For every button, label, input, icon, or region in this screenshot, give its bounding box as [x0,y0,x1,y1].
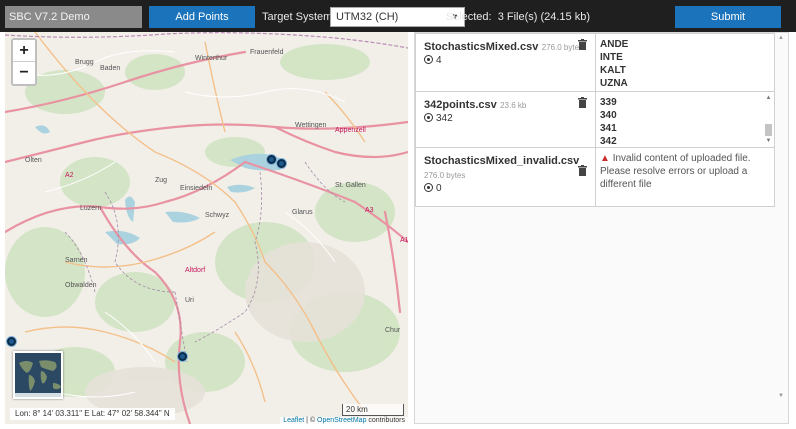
file-panel: StochasticsMixed.csv 276.0 bytes 4 ANDE … [414,32,789,424]
zoom-in-button[interactable]: + [13,40,35,62]
map-place-label: A13 [400,237,408,244]
selected-label: Selected: [445,11,492,23]
scroll-up-icon[interactable]: ▲ [765,94,772,102]
file-row: StochasticsMixed.csv 276.0 bytes 4 ANDE … [416,34,774,92]
file-points: 339 340 341 342 ▲ ▼ [596,92,774,147]
add-points-button[interactable]: Add Points [149,6,255,28]
point-code: 342 [600,136,617,147]
error-text: Invalid content of uploaded file. Please… [600,153,751,190]
map-place-label: Obwalden [65,282,97,289]
top-bar: SBC V7.2 Demo Add Points Target System: … [0,0,796,32]
map-place-label: Altdorf [185,267,205,274]
point-code: 341 [600,123,617,134]
map-place-label: Uri [185,297,194,304]
point-count: 342 [424,113,587,124]
map-place-label: Sarnen [65,257,88,264]
attribution-suffix: contributors [366,417,405,424]
trash-icon[interactable] [578,165,587,176]
map-place-label: St. Gallen [335,182,366,189]
map-place-label: Luzern [80,205,102,212]
point-code: ANDE [600,39,629,50]
scroll-down-icon[interactable]: ▼ [765,137,772,145]
target-icon [424,183,433,192]
target-system-label: Target System: [262,11,336,23]
point-code: KALT [600,65,626,76]
file-row: StochasticsMixed_invalid.csv 276.0 bytes… [416,148,774,206]
file-name: StochasticsMixed.csv [424,41,539,53]
target-icon [424,55,433,64]
map-place-label: Winterthur [195,55,228,62]
map-place-label: Olten [25,157,42,164]
map-place-label: Einsiedeln [180,185,212,192]
scroll-up-icon[interactable]: ▲ [774,33,788,43]
map-marker[interactable] [267,155,276,164]
cursor-coordinates: Lon: 8° 14' 03.311" E Lat: 47° 02' 58.34… [10,408,175,420]
file-size: 276.0 bytes [424,171,466,180]
map-place-label: A2 [65,172,74,179]
file-table: StochasticsMixed.csv 276.0 bytes 4 ANDE … [415,33,775,207]
map-tiles: Winterthur Baden Zug Luzern Schwyz Glarus St. … [5,32,408,424]
map-marker[interactable] [277,159,286,168]
map-place-label: Glarus [292,209,313,216]
map-place-label: Wettingen [295,122,326,129]
selected-summary: Selected: 3 File(s) (24.15 kb) [446,6,590,28]
minimap[interactable] [13,351,63,399]
map-view[interactable]: Winterthur Baden Zug Luzern Schwyz Glarus St. … [5,32,408,424]
file-info: StochasticsMixed_invalid.csv 276.0 bytes… [416,148,596,206]
map-place-label: Frauenfeld [250,49,284,56]
point-count-value: 0 [436,183,442,194]
scroll-thumb[interactable] [765,124,772,136]
map-place-label: Schwyz [205,212,230,219]
point-count: 0 [424,183,587,194]
file-info: 342points.csv 23.6 kb 342 [416,92,596,147]
point-code: 340 [600,110,617,121]
file-size: 276.0 bytes [541,43,584,52]
file-info: StochasticsMixed.csv 276.0 bytes 4 [416,34,596,91]
points-scrollbar[interactable]: ▲ ▼ [765,94,772,145]
map-place-label: A3 [365,207,374,214]
leaflet-link[interactable]: Leaflet [283,417,304,424]
point-code: UZNA [600,78,628,89]
panel-scrollbar[interactable]: ▲ ▼ [774,33,788,423]
point-count-value: 342 [436,113,453,124]
zoom-out-button[interactable]: − [13,62,35,84]
osm-link[interactable]: OpenStreetMap [317,417,366,424]
app-title: SBC V7.2 Demo [5,6,142,28]
file-error: ▲ Invalid content of uploaded file. Plea… [596,148,774,206]
warning-triangle-icon: ▲ [600,153,610,164]
submit-button[interactable]: Submit [675,6,781,28]
point-code: 339 [600,97,617,108]
map-place-label: Chur [385,327,401,334]
map-place-label: Zug [155,177,167,184]
map-marker[interactable] [178,352,187,361]
target-system-value: UTM32 (CH) [336,11,399,23]
target-icon [424,113,433,122]
error-message: ▲ Invalid content of uploaded file. Plea… [600,152,770,191]
map-attribution: Leaflet | © OpenStreetMap contributors [280,417,408,424]
zoom-control: + − [11,38,37,86]
map-marker[interactable] [7,337,16,346]
scroll-down-icon[interactable]: ▼ [774,391,788,401]
map-place-label: Baden [100,65,120,72]
map-place-label: Brugg [75,59,94,66]
file-name: StochasticsMixed_invalid.csv [424,155,580,167]
scale-bar: 20 km [342,404,404,416]
point-count: 4 [424,55,587,66]
point-code: INTE [600,52,623,63]
point-count-value: 4 [436,55,442,66]
trash-icon[interactable] [578,97,587,108]
world-map-icon [15,353,61,397]
map-place-label: Appenzell [335,127,366,134]
file-name: 342points.csv [424,99,497,111]
file-size: 23.6 kb [500,101,527,110]
attribution-separator: | © [304,417,318,424]
selected-value: 3 File(s) (24.15 kb) [497,11,590,23]
trash-icon[interactable] [578,39,587,50]
file-row: 342points.csv 23.6 kb 342 339 340 341 34… [416,92,774,148]
file-points: ANDE INTE KALT UZNA [596,34,774,91]
